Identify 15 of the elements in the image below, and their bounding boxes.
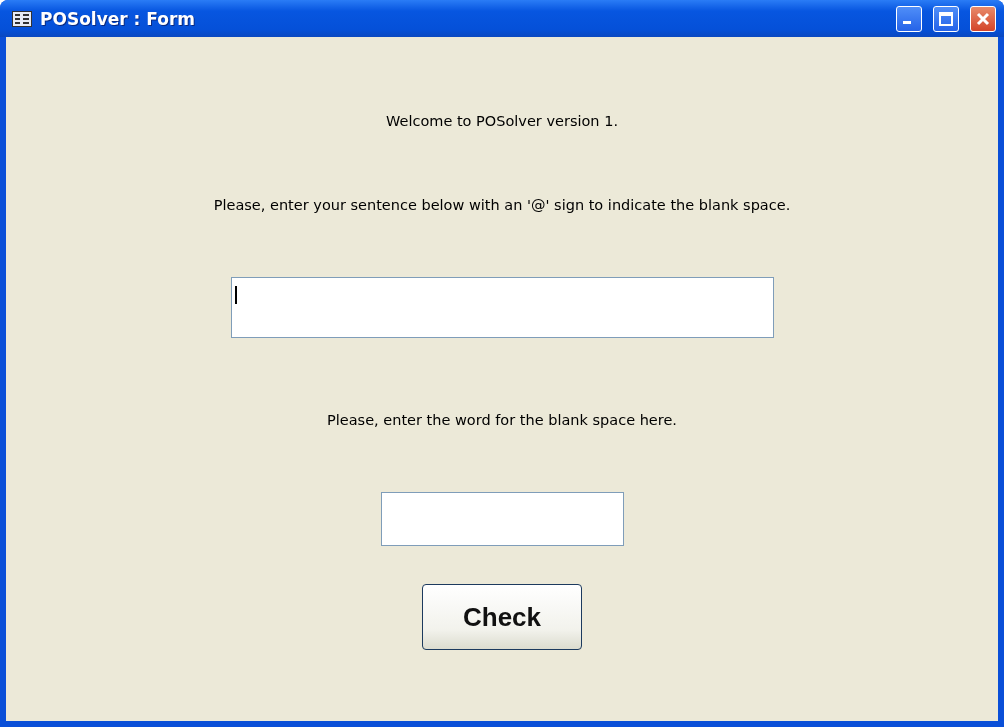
maximize-icon (939, 11, 953, 26)
close-icon (976, 11, 990, 26)
minimize-icon (903, 21, 911, 24)
text-caret (234, 286, 237, 304)
text-field[interactable] (380, 492, 624, 546)
form-icon (12, 10, 32, 27)
form-label: Please, enter your sentence below with an '@' sign to indicate the blank space. (213, 197, 791, 213)
maximize-button[interactable] (933, 5, 959, 32)
text-field[interactable] (230, 277, 774, 338)
minimize-button[interactable] (896, 5, 922, 32)
form-label: Welcome to POSolver version 1. (386, 113, 618, 129)
check-button[interactable]: Check (422, 584, 582, 650)
form-label: Please, enter the word for the blank space here. (327, 412, 677, 428)
window-title: POSolver : Form (40, 8, 196, 29)
close-button[interactable] (970, 5, 996, 32)
